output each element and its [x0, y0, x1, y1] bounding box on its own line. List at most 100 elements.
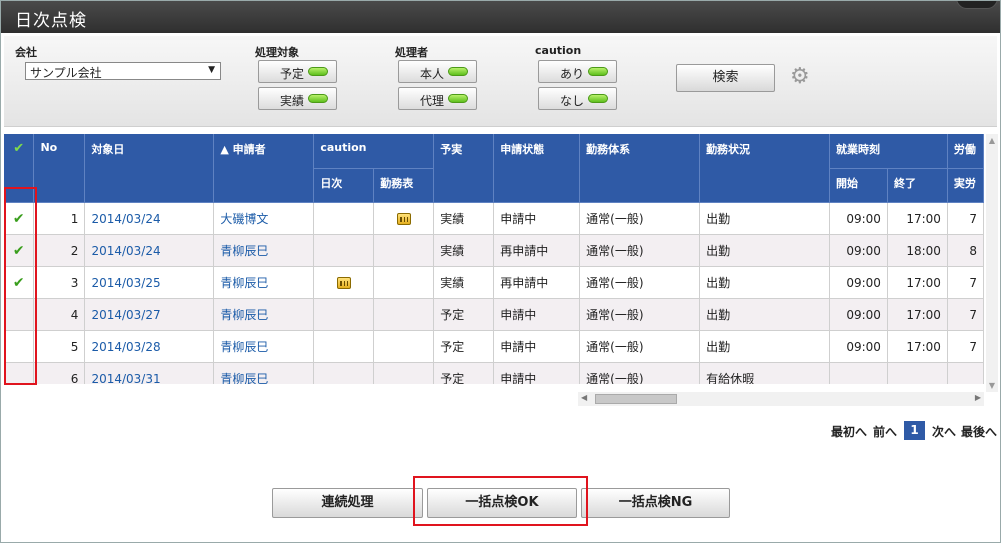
row-status: 再申請中	[493, 234, 581, 267]
table-row[interactable]: 4 2014/03/27 青柳辰巳 予定 申請中 通常(一般) 出勤 09:00…	[4, 298, 984, 331]
toggle-target-plan[interactable]: 予定	[258, 60, 337, 83]
row-labor: 8	[947, 234, 984, 267]
row-date-link[interactable]: 2014/03/25	[84, 266, 215, 299]
header-caution-daily: 日次	[313, 168, 375, 203]
calendar-icon[interactable]	[336, 277, 351, 289]
row-caution-daily	[313, 234, 375, 267]
row-applicant-link[interactable]: 青柳辰巳	[213, 362, 315, 384]
table-row[interactable]: 6 2014/03/31 青柳辰巳 予定 申請中 通常(一般) 有給休暇	[4, 362, 984, 384]
title-bar: 日次点検	[1, 1, 1000, 33]
row-work-status: 出勤	[699, 202, 830, 235]
company-select-value: サンプル会社	[30, 66, 102, 80]
highlight-check-column	[4, 187, 37, 385]
row-no: 3	[33, 266, 86, 299]
table-row[interactable]: ✔ 3 2014/03/25 青柳辰巳 実績 再申請中 通常(一般) 出勤 09…	[4, 266, 984, 299]
target-label: 処理対象	[255, 46, 299, 59]
table-row[interactable]: ✔ 1 2014/03/24 大磯博文 実績 申請中 通常(一般) 出勤 09:…	[4, 202, 984, 235]
row-end: 17:00	[887, 330, 948, 363]
scroll-thumb[interactable]	[595, 394, 677, 404]
pager-prev[interactable]: 前へ	[873, 423, 897, 440]
row-end: 17:00	[887, 266, 948, 299]
row-no: 2	[33, 234, 86, 267]
row-plan-actual: 予定	[433, 362, 495, 384]
close-icon[interactable]	[956, 1, 998, 9]
company-select[interactable]: サンプル会社 ▼	[25, 62, 221, 80]
row-work-system: 通常(一般)	[579, 298, 701, 331]
toggle-target-actual[interactable]: 実績	[258, 87, 337, 110]
row-date-link[interactable]: 2014/03/31	[84, 362, 215, 384]
row-applicant-link[interactable]: 青柳辰巳	[213, 266, 315, 299]
row-date-link[interactable]: 2014/03/24	[84, 202, 215, 235]
row-start: 09:00	[829, 330, 888, 363]
row-labor: 7	[947, 298, 984, 331]
scroll-down-icon[interactable]: ▼	[986, 381, 998, 390]
row-plan-actual: 実績	[433, 266, 495, 299]
row-status: 申請中	[493, 362, 581, 384]
search-button[interactable]: 検索	[676, 64, 775, 92]
header-no: No	[33, 134, 86, 203]
row-start: 09:00	[829, 298, 888, 331]
row-applicant-link[interactable]: 青柳辰巳	[213, 330, 315, 363]
row-no: 6	[33, 362, 86, 384]
search-panel: 会社 サンプル会社 ▼ 処理対象 予定 実績 処理者 本人 代理 caution…	[4, 36, 997, 127]
gear-icon[interactable]: ⚙	[790, 66, 812, 88]
table-row[interactable]: 5 2014/03/28 青柳辰巳 予定 申請中 通常(一般) 出勤 09:00…	[4, 330, 984, 363]
row-work-status: 出勤	[699, 298, 830, 331]
calendar-icon[interactable]	[396, 213, 411, 225]
header-applicant[interactable]: ▲ 申請者	[213, 134, 315, 203]
header-work-status[interactable]: 勤務状況	[699, 134, 830, 203]
row-work-status: 出勤	[699, 330, 830, 363]
row-labor: 7	[947, 202, 984, 235]
scroll-up-icon[interactable]: ▲	[986, 136, 998, 145]
row-caution-sheet	[373, 202, 435, 235]
row-date-link[interactable]: 2014/03/28	[84, 330, 215, 363]
row-applicant-link[interactable]: 青柳辰巳	[213, 234, 315, 267]
row-work-system: 通常(一般)	[579, 202, 701, 235]
row-date-link[interactable]: 2014/03/24	[84, 234, 215, 267]
toggle-caution-yes[interactable]: あり	[538, 60, 617, 83]
row-end	[887, 362, 948, 384]
horizontal-scrollbar[interactable]: ◀ ▶	[578, 392, 984, 406]
pager-first[interactable]: 最初へ	[831, 423, 867, 440]
row-caution-daily	[313, 330, 375, 363]
header-work-time: 就業時刻	[829, 134, 948, 169]
row-status: 申請中	[493, 330, 581, 363]
pager-last[interactable]: 最後へ	[961, 423, 997, 440]
row-caution-sheet	[373, 298, 435, 331]
header-caution: caution	[313, 134, 435, 169]
toggle-handler-proxy[interactable]: 代理	[398, 87, 477, 110]
row-caution-sheet	[373, 362, 435, 384]
header-labor-actual: 実労	[947, 168, 984, 203]
row-caution-daily	[313, 266, 375, 299]
toggle-caution-no[interactable]: なし	[538, 87, 617, 110]
header-plan-actual[interactable]: 予実	[433, 134, 495, 203]
scroll-left-icon[interactable]: ◀	[581, 393, 587, 402]
row-status: 申請中	[493, 202, 581, 235]
row-caution-daily	[313, 202, 375, 235]
company-label: 会社	[15, 46, 37, 59]
row-status: 再申請中	[493, 266, 581, 299]
header-labor: 労働	[947, 134, 984, 169]
row-date-link[interactable]: 2014/03/27	[84, 298, 215, 331]
toggle-handler-self[interactable]: 本人	[398, 60, 477, 83]
vertical-scrollbar[interactable]: ▲ ▼	[986, 134, 998, 392]
row-applicant-link[interactable]: 大磯博文	[213, 202, 315, 235]
pager-next[interactable]: 次へ	[932, 423, 956, 440]
header-date[interactable]: 対象日	[84, 134, 215, 203]
bulk-check-ng-button[interactable]: 一括点検NG	[581, 488, 730, 518]
toggle-on-indicator	[588, 94, 608, 103]
row-caution-daily	[313, 362, 375, 384]
table-row[interactable]: ✔ 2 2014/03/24 青柳辰巳 実績 再申請中 通常(一般) 出勤 09…	[4, 234, 984, 267]
check-table-viewport: ✔ No 対象日 ▲ 申請者 caution 予実 申請状態 勤務体系 勤務状況…	[4, 134, 984, 384]
header-status[interactable]: 申請状態	[493, 134, 581, 203]
row-end: 17:00	[887, 298, 948, 331]
row-work-system: 通常(一般)	[579, 234, 701, 267]
toggle-on-indicator	[448, 67, 468, 76]
row-applicant-link[interactable]: 青柳辰巳	[213, 298, 315, 331]
row-labor: 7	[947, 330, 984, 363]
row-start: 09:00	[829, 234, 888, 267]
header-work-system[interactable]: 勤務体系	[579, 134, 701, 203]
sequential-process-button[interactable]: 連続処理	[272, 488, 423, 518]
row-work-status: 出勤	[699, 234, 830, 267]
scroll-right-icon[interactable]: ▶	[975, 393, 981, 402]
